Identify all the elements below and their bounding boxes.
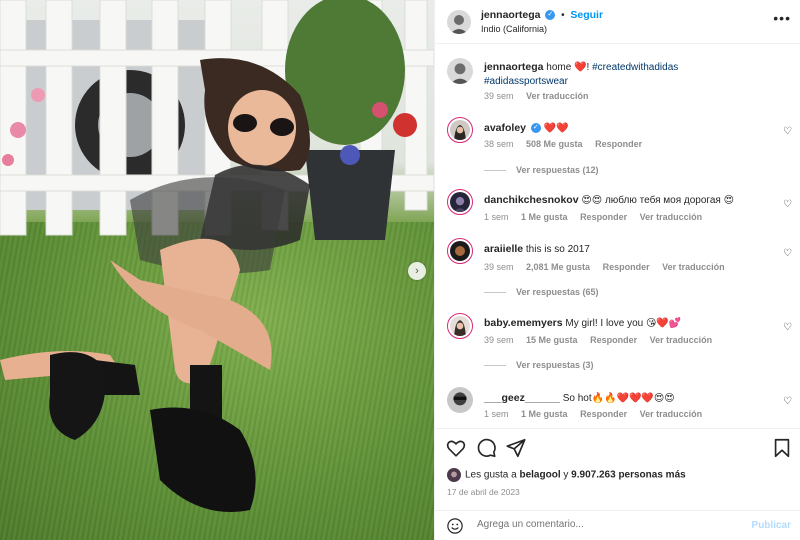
- author-avatar[interactable]: [447, 58, 473, 84]
- comment-likes[interactable]: 15 Me gusta: [526, 335, 578, 345]
- reply-button[interactable]: Responder: [580, 409, 627, 419]
- translate-link[interactable]: Ver traducción: [640, 409, 703, 419]
- follow-button[interactable]: Seguir: [570, 9, 603, 21]
- view-replies-button[interactable]: Ver respuestas (65): [484, 287, 599, 297]
- share-send-icon[interactable]: [505, 437, 527, 459]
- hashtag-link[interactable]: #adidassportswear: [484, 76, 568, 87]
- like-comment-heart-icon[interactable]: ♡: [783, 199, 792, 210]
- next-slide-button[interactable]: ›: [408, 262, 426, 280]
- comment-item: avafoley ✓ ❤️❤️ 38 sem 508 Me gusta Resp…: [435, 117, 800, 177]
- translate-link[interactable]: Ver traducción: [662, 262, 725, 272]
- comment-username[interactable]: araiielle: [484, 243, 523, 255]
- comment-meta: 38 sem 508 Me gusta Responder: [484, 139, 652, 149]
- like-comment-heart-icon[interactable]: ♡: [783, 322, 792, 333]
- likes-prefix: Les gusta a: [465, 469, 520, 481]
- commenter-avatar[interactable]: [447, 313, 473, 339]
- verified-icon: ✓: [545, 10, 556, 21]
- caption-text: jennaortega home ❤️! #createdwithadidas …: [484, 60, 774, 89]
- likes-summary: Les gusta a belagool y 9.907.263 persona…: [447, 468, 686, 482]
- comment-item: araiielle this is so 2017 39 sem 2,081 M…: [435, 238, 800, 302]
- comment-likes[interactable]: 508 Me gusta: [526, 139, 583, 149]
- translate-link[interactable]: Ver traducción: [650, 335, 713, 345]
- comment-username[interactable]: danchikchesnokov: [484, 194, 579, 206]
- like-heart-icon[interactable]: [445, 437, 467, 459]
- post-location[interactable]: Indio (California): [481, 24, 547, 34]
- comment-text: araiielle this is so 2017: [484, 242, 774, 257]
- more-options-icon[interactable]: •••: [773, 10, 791, 26]
- like-comment-heart-icon[interactable]: ♡: [783, 396, 792, 407]
- comment-likes[interactable]: 1 Me gusta: [521, 409, 568, 419]
- like-comment-heart-icon[interactable]: ♡: [783, 248, 792, 259]
- comment-item: baby.ememyers My girl! I love you 😘❤️💕 3…: [435, 313, 800, 377]
- post-caption: jennaortega home ❤️! #createdwithadidas …: [435, 58, 800, 108]
- emoji-icon[interactable]: [446, 517, 464, 535]
- commenter-avatar[interactable]: [447, 189, 473, 215]
- comment-username[interactable]: ___geez______: [484, 392, 560, 404]
- comment-text: danchikchesnokov 😍😍 люблю тебя моя дорог…: [484, 193, 774, 208]
- comment-meta: 1 sem 1 Me gusta Responder Ver traducció…: [484, 409, 712, 419]
- reply-button[interactable]: Responder: [603, 262, 650, 272]
- caption-username[interactable]: jennaortega: [484, 61, 544, 73]
- reply-button[interactable]: Responder: [580, 212, 627, 222]
- comment-item: ___geez______ So hot🔥🔥❤️❤️❤️😍😍 1 sem 1 M…: [435, 387, 800, 425]
- verified-icon: ✓: [530, 123, 541, 134]
- comment-age: 1 sem: [484, 212, 509, 222]
- comment-age: 38 sem: [484, 139, 514, 149]
- post-details-panel: jennaortega ✓ • Seguir Indio (California…: [434, 0, 800, 540]
- view-replies-button[interactable]: Ver respuestas (12): [484, 165, 599, 175]
- like-comment-heart-icon[interactable]: ♡: [783, 126, 792, 137]
- comment-age: 39 sem: [484, 335, 514, 345]
- liker-username[interactable]: belagool: [519, 470, 560, 481]
- comment-age: 1 sem: [484, 409, 509, 419]
- comments-list[interactable]: jennaortega home ❤️! #createdwithadidas …: [435, 45, 800, 425]
- photo-scene: [0, 0, 434, 512]
- view-replies-button[interactable]: Ver respuestas (3): [484, 360, 594, 370]
- comment-body: My girl! I love you 😘❤️💕: [565, 318, 682, 329]
- comment-username[interactable]: baby.ememyers: [484, 317, 563, 329]
- likes-count[interactable]: 9.907.263 personas más: [571, 470, 686, 481]
- separator-dot: •: [561, 10, 565, 21]
- comment-text: baby.ememyers My girl! I love you 😘❤️💕: [484, 316, 774, 331]
- hashtag-link[interactable]: #createdwithadidas: [592, 62, 678, 73]
- reply-button[interactable]: Responder: [595, 139, 642, 149]
- likes-middle: y: [560, 469, 572, 481]
- comment-item: danchikchesnokov 😍😍 люблю тебя моя дорог…: [435, 189, 800, 229]
- comment-body: ❤️❤️: [543, 123, 569, 134]
- comment-body: 😍😍 люблю тебя моя дорогая 😍: [581, 195, 735, 206]
- commenter-avatar[interactable]: [447, 117, 473, 143]
- translate-link[interactable]: Ver traducción: [640, 212, 703, 222]
- comment-text: avafoley ✓ ❤️❤️: [484, 121, 774, 136]
- post-date[interactable]: 17 de abril de 2023: [447, 487, 520, 497]
- commenter-avatar[interactable]: [447, 387, 473, 413]
- caption-meta: 39 sem Ver traducción: [484, 91, 599, 101]
- author-avatar[interactable]: [447, 10, 471, 34]
- post-actions-bar: [435, 428, 800, 466]
- translate-link[interactable]: Ver traducción: [526, 91, 589, 101]
- comment-username[interactable]: avafoley: [484, 122, 526, 134]
- comment-meta: 39 sem 2,081 Me gusta Responder Ver trad…: [484, 262, 735, 272]
- commenter-avatar[interactable]: [447, 238, 473, 264]
- comment-meta: 39 sem 15 Me gusta Responder Ver traducc…: [484, 335, 722, 345]
- comment-likes[interactable]: 1 Me gusta: [521, 212, 568, 222]
- liker-avatar[interactable]: [447, 468, 461, 482]
- comment-composer: Publicar: [435, 510, 800, 540]
- comment-body: this is so 2017: [525, 244, 590, 255]
- comment-likes[interactable]: 2,081 Me gusta: [526, 262, 590, 272]
- comment-age: 39 sem: [484, 262, 514, 272]
- post-header: jennaortega ✓ • Seguir Indio (California…: [435, 0, 800, 44]
- author-username[interactable]: jennaortega: [481, 9, 541, 21]
- comment-bubble-icon[interactable]: [475, 437, 497, 459]
- caption-age: 39 sem: [484, 91, 514, 101]
- reply-button[interactable]: Responder: [590, 335, 637, 345]
- comment-body: So hot🔥🔥❤️❤️❤️😍😍: [562, 393, 675, 404]
- comment-meta: 1 sem 1 Me gusta Responder Ver traducció…: [484, 212, 712, 222]
- publish-button[interactable]: Publicar: [752, 520, 791, 531]
- post-photo[interactable]: ›: [0, 0, 434, 540]
- bookmark-save-icon[interactable]: [771, 437, 793, 459]
- comment-text: ___geez______ So hot🔥🔥❤️❤️❤️😍😍: [484, 391, 774, 406]
- caption-body: home ❤️!: [546, 62, 593, 73]
- comment-input[interactable]: [477, 519, 727, 530]
